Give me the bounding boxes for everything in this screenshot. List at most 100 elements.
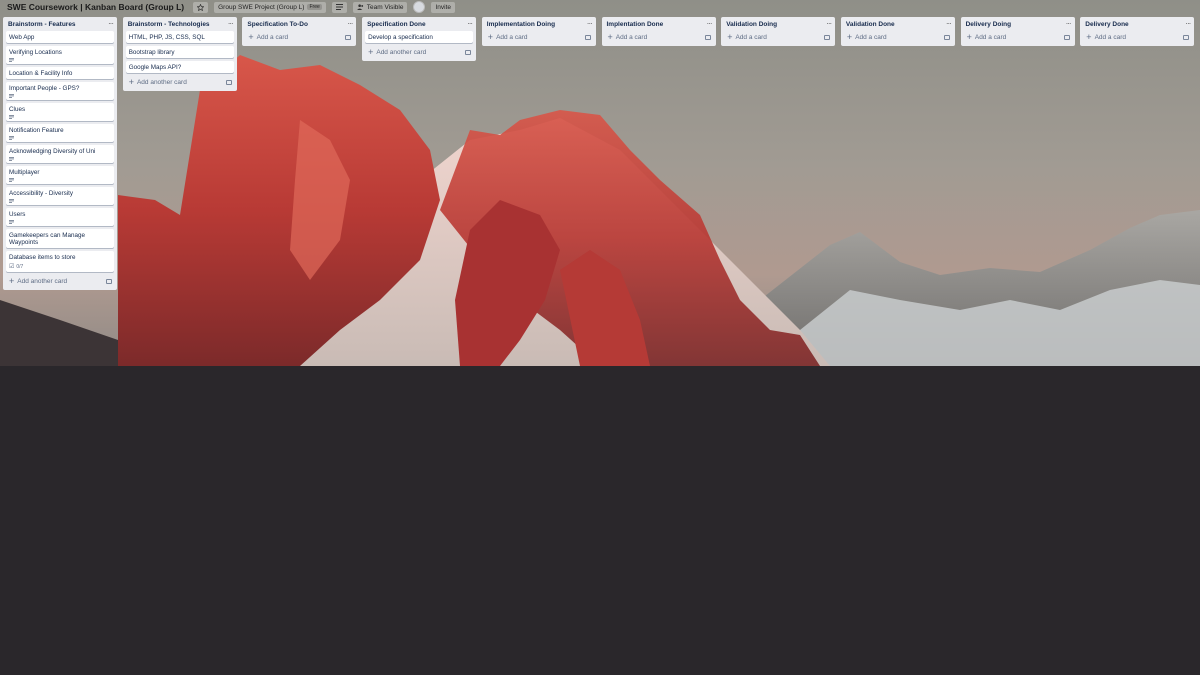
list-header[interactable]: Delivery Done ··· xyxy=(1083,17,1191,31)
add-card-button[interactable]: + Add another card xyxy=(9,277,67,286)
list-title[interactable]: Implementation Doing xyxy=(487,21,555,28)
menu-button[interactable] xyxy=(331,1,347,13)
add-card-row[interactable]: + Add a card xyxy=(844,31,952,44)
ellipsis-icon[interactable]: ··· xyxy=(228,20,234,28)
list-title[interactable]: Specification To-Do xyxy=(247,21,308,28)
kanban-list: Validation Done ··· + Add a card xyxy=(840,17,955,46)
list-card[interactable]: Database items to store ☑ 0/7 xyxy=(6,251,114,272)
add-card-label: Add a card xyxy=(735,34,767,41)
list-header[interactable]: Brainstorm - Technologies ··· xyxy=(126,17,234,31)
add-card-row[interactable]: + Add a card xyxy=(605,31,713,44)
card-template-icon[interactable] xyxy=(704,35,711,40)
list-card[interactable]: Important People - GPS? xyxy=(6,82,114,100)
list-title[interactable]: Brainstorm - Technologies xyxy=(128,21,210,28)
checklist-count: 0/7 xyxy=(16,263,24,270)
add-card-row[interactable]: + Add another card xyxy=(126,76,234,89)
card-title: Verifying Locations xyxy=(9,49,62,56)
board-header: SWE Coursework | Kanban Board (Group L) … xyxy=(0,0,1200,14)
add-card-label: Add a card xyxy=(974,34,1007,41)
description-icon xyxy=(9,220,14,224)
description-icon xyxy=(9,178,14,182)
list-header[interactable]: Validation Done ··· xyxy=(844,17,952,31)
list-card[interactable]: Clues xyxy=(6,103,114,121)
invite-button[interactable]: Invite xyxy=(431,1,456,13)
list-card[interactable]: Users xyxy=(6,208,114,226)
list-title[interactable]: Delivery Doing xyxy=(966,21,1012,28)
add-card-row[interactable]: + Add a card xyxy=(1083,31,1191,44)
visibility-label: Team Visible xyxy=(366,3,404,11)
avatar[interactable] xyxy=(413,1,426,13)
add-card-button[interactable]: + Add a card xyxy=(1086,33,1126,42)
ellipsis-icon[interactable]: ··· xyxy=(108,20,114,28)
add-card-row[interactable]: + Add another card xyxy=(6,275,114,288)
list-title[interactable]: Specification Done xyxy=(367,21,426,28)
list-header[interactable]: Validation Doing ··· xyxy=(724,17,832,31)
list-card[interactable]: Notification Feature xyxy=(6,124,114,142)
card-template-icon[interactable] xyxy=(345,35,352,40)
list-header[interactable]: Specification Done ··· xyxy=(365,17,473,31)
list-card[interactable]: Gamekeepers can Manage Waypoints xyxy=(6,229,114,248)
list-card[interactable]: HTML, PHP, JS, CSS, SQL xyxy=(125,31,234,43)
list-header[interactable]: Implementation Doing ··· xyxy=(485,17,593,31)
card-title: Multiplayer xyxy=(9,169,40,176)
add-card-button[interactable]: + Add a card xyxy=(847,33,887,42)
add-card-button[interactable]: + Add another card xyxy=(129,78,187,87)
team-label: Group SWE Project (Group L) xyxy=(218,3,305,11)
kanban-list: Implementation Doing ··· + Add a card xyxy=(481,17,596,46)
add-card-button[interactable]: + Add a card xyxy=(608,33,648,42)
add-card-button[interactable]: + Add a card xyxy=(248,33,288,42)
list-card[interactable]: Accessibility - Diversity xyxy=(6,187,114,205)
add-card-row[interactable]: + Add a card xyxy=(245,31,353,44)
list-header[interactable]: Specification To-Do ··· xyxy=(245,17,353,31)
list-card[interactable]: Acknowledging Diversity of Uni xyxy=(6,145,114,163)
add-card-button[interactable]: + Add a card xyxy=(727,33,767,42)
card-template-icon[interactable] xyxy=(106,279,112,284)
plus-icon: + xyxy=(368,47,374,57)
list-header[interactable]: Implentation Done ··· xyxy=(605,17,713,31)
list-title[interactable]: Validation Doing xyxy=(726,21,777,28)
card-template-icon[interactable] xyxy=(465,50,472,55)
card-template-icon[interactable] xyxy=(225,80,232,85)
team-button[interactable]: Group SWE Project (Group L) Free xyxy=(214,1,326,13)
ellipsis-icon[interactable]: ··· xyxy=(1066,20,1072,28)
visibility-button[interactable]: Team Visible xyxy=(352,1,408,13)
list-title[interactable]: Delivery Done xyxy=(1085,21,1128,28)
add-card-button[interactable]: + Add another card xyxy=(368,48,426,57)
list-header[interactable]: Brainstorm - Features ··· xyxy=(6,17,114,31)
ellipsis-icon[interactable]: ··· xyxy=(1185,20,1191,28)
card-template-icon[interactable] xyxy=(943,35,950,40)
ellipsis-icon[interactable]: ··· xyxy=(347,20,353,28)
add-card-button[interactable]: + Add a card xyxy=(488,33,528,42)
add-card-row[interactable]: + Add a card xyxy=(485,31,593,44)
add-card-row[interactable]: + Add a card xyxy=(724,31,832,44)
card-template-icon[interactable] xyxy=(1063,35,1070,40)
list-card[interactable]: Google Maps API? xyxy=(125,61,234,73)
board-title[interactable]: SWE Coursework | Kanban Board (Group L) xyxy=(4,1,187,13)
list-card[interactable]: Location & Facility Info xyxy=(6,67,114,79)
list-card[interactable]: Verifying Locations xyxy=(6,46,114,64)
list-title[interactable]: Validation Done xyxy=(846,21,895,28)
list-title[interactable]: Implentation Done xyxy=(607,21,664,28)
plus-icon: + xyxy=(128,77,134,87)
list-title[interactable]: Brainstorm - Features xyxy=(8,21,76,28)
ellipsis-icon[interactable]: ··· xyxy=(826,20,832,28)
ellipsis-icon[interactable]: ··· xyxy=(587,20,593,28)
star-button[interactable] xyxy=(193,1,209,13)
list-card[interactable]: Bootstrap library xyxy=(125,46,234,58)
ellipsis-icon[interactable]: ··· xyxy=(467,20,473,28)
ellipsis-icon[interactable]: ··· xyxy=(946,20,952,28)
card-template-icon[interactable] xyxy=(584,35,591,40)
list-card[interactable]: Multiplayer xyxy=(6,166,114,184)
card-template-icon[interactable] xyxy=(1183,35,1190,40)
ellipsis-icon[interactable]: ··· xyxy=(707,20,713,28)
list-card[interactable]: Develop a specification xyxy=(365,31,474,43)
add-card-button[interactable]: + Add a card xyxy=(967,33,1007,42)
add-card-row[interactable]: + Add a card xyxy=(964,31,1072,44)
plus-icon: + xyxy=(9,276,15,286)
card-template-icon[interactable] xyxy=(824,35,831,40)
card-title: Clues xyxy=(9,106,26,113)
add-card-row[interactable]: + Add another card xyxy=(365,46,473,59)
list-header[interactable]: Delivery Doing ··· xyxy=(964,17,1072,31)
kanban-list: Specification To-Do ··· + Add a card xyxy=(242,17,357,46)
list-card[interactable]: Web App xyxy=(6,31,114,43)
